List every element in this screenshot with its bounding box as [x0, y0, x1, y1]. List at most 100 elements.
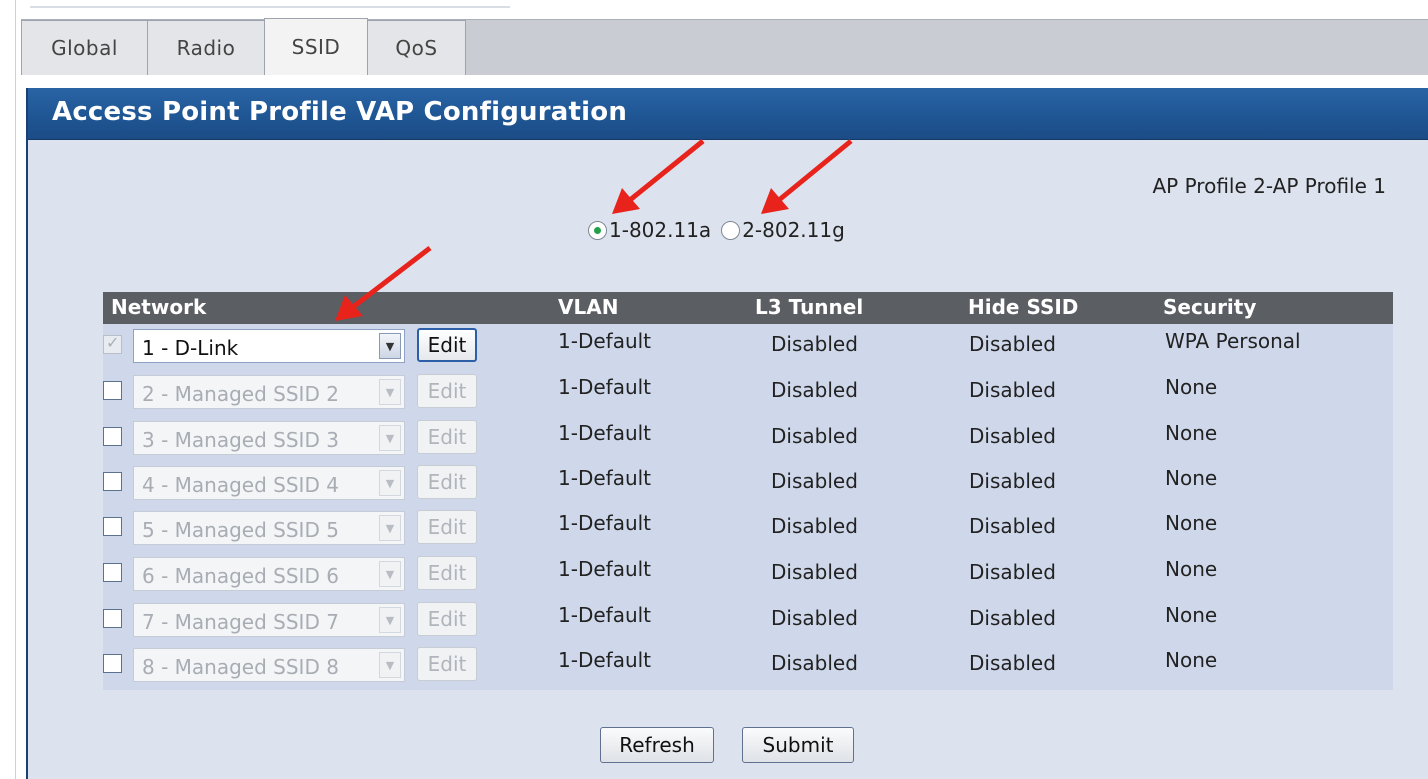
- row-checkbox[interactable]: [103, 517, 122, 536]
- edit-button[interactable]: Edit: [417, 602, 477, 636]
- network-select-value: 1 - D-Link: [142, 336, 239, 360]
- row-checkbox[interactable]: [103, 654, 122, 673]
- network-select-value: 4 - Managed SSID 4: [142, 473, 339, 497]
- col-security: Security: [1163, 295, 1257, 319]
- security-cell: None: [1165, 603, 1218, 627]
- tab-qos[interactable]: QoS: [367, 20, 466, 75]
- table-body: ✓ 1 - D-Link ▼ Edit 1-Default Disabled Disable…: [103, 324, 1393, 690]
- chevron-down-icon[interactable]: ▼: [379, 425, 401, 451]
- network-select-value: 2 - Managed SSID 2: [142, 382, 339, 406]
- ap-profile-label: AP Profile 2-AP Profile 1: [1152, 174, 1386, 198]
- check-icon: ✓: [106, 335, 120, 352]
- vlan-cell: 1-Default: [558, 421, 652, 445]
- l3-tunnel-cell: Disabled: [771, 651, 858, 675]
- security-cell: None: [1165, 421, 1218, 445]
- edit-button[interactable]: Edit: [417, 647, 477, 681]
- hide-ssid-cell: Disabled: [969, 514, 1056, 538]
- hide-ssid-cell: Disabled: [969, 424, 1056, 448]
- security-cell: None: [1165, 557, 1218, 581]
- l3-tunnel-cell: Disabled: [771, 514, 858, 538]
- chevron-down-icon[interactable]: ▼: [379, 652, 401, 678]
- vlan-cell: 1-Default: [558, 557, 652, 581]
- radio-802-11a-label[interactable]: 1-802.11a: [609, 218, 711, 242]
- table-row: 6 - Managed SSID 6 ▼ Edit 1-Default Disabled…: [103, 552, 1393, 597]
- edit-button[interactable]: Edit: [417, 374, 477, 408]
- submit-button[interactable]: Submit: [742, 727, 854, 763]
- security-cell: None: [1165, 375, 1218, 399]
- l3-tunnel-cell: Disabled: [771, 378, 858, 402]
- edit-button[interactable]: Edit: [417, 328, 477, 362]
- radio-802-11g[interactable]: [721, 220, 741, 240]
- col-network: Network: [111, 295, 207, 319]
- network-select-value: 5 - Managed SSID 5: [142, 518, 339, 542]
- table-header: Network VLAN L3 Tunnel Hide SSID Securit…: [103, 292, 1393, 324]
- row-checkbox[interactable]: [103, 472, 122, 491]
- network-select[interactable]: 1 - D-Link ▼: [133, 329, 405, 363]
- row-checkbox[interactable]: ✓: [103, 335, 122, 354]
- table-row: 3 - Managed SSID 3 ▼ Edit 1-Default Disabled…: [103, 416, 1393, 461]
- table-row: 5 - Managed SSID 5 ▼ Edit 1-Default Disabled…: [103, 506, 1393, 551]
- chevron-down-icon[interactable]: ▼: [379, 561, 401, 587]
- security-cell: None: [1165, 511, 1218, 535]
- tab-bar: Global Radio SSID QoS: [21, 18, 1428, 75]
- radio-802-11a[interactable]: [588, 220, 607, 240]
- panel-header: Access Point Profile VAP Configuration: [28, 88, 1428, 140]
- hide-ssid-cell: Disabled: [969, 469, 1056, 493]
- network-select[interactable]: 5 - Managed SSID 5 ▼: [133, 511, 405, 545]
- edit-button[interactable]: Edit: [417, 420, 477, 454]
- vlan-cell: 1-Default: [558, 511, 652, 535]
- row-checkbox[interactable]: [103, 427, 122, 446]
- vlan-cell: 1-Default: [558, 375, 652, 399]
- row-checkbox[interactable]: [103, 381, 122, 400]
- network-select[interactable]: 2 - Managed SSID 2 ▼: [133, 375, 405, 409]
- chevron-down-icon[interactable]: ▼: [379, 333, 401, 359]
- chevron-down-icon[interactable]: ▼: [379, 607, 401, 633]
- page-title: Access Point Profile VAP Configuration: [52, 97, 628, 127]
- security-cell: WPA Personal: [1165, 329, 1301, 353]
- edit-button[interactable]: Edit: [417, 465, 477, 499]
- l3-tunnel-cell: Disabled: [771, 332, 858, 356]
- l3-tunnel-cell: Disabled: [771, 606, 858, 630]
- tab-radio[interactable]: Radio: [147, 20, 265, 75]
- edit-button[interactable]: Edit: [417, 510, 477, 544]
- network-select-value: 3 - Managed SSID 3: [142, 428, 339, 452]
- col-l3-tunnel: L3 Tunnel: [755, 295, 864, 319]
- left-rail: [0, 0, 16, 779]
- vap-table: Network VLAN L3 Tunnel Hide SSID Securit…: [103, 292, 1393, 690]
- network-select-value: 8 - Managed SSID 8: [142, 655, 339, 679]
- table-row: 8 - Managed SSID 8 ▼ Edit 1-Default Disabled…: [103, 643, 1393, 688]
- row-checkbox[interactable]: [103, 563, 122, 582]
- tab-ssid[interactable]: SSID: [264, 18, 368, 75]
- security-cell: None: [1165, 466, 1218, 490]
- chevron-down-icon[interactable]: ▼: [379, 379, 401, 405]
- edit-button[interactable]: Edit: [417, 556, 477, 590]
- security-cell: None: [1165, 648, 1218, 672]
- refresh-button[interactable]: Refresh: [600, 727, 714, 763]
- hide-ssid-cell: Disabled: [969, 332, 1056, 356]
- col-hide-ssid: Hide SSID: [968, 295, 1079, 319]
- tab-global[interactable]: Global: [21, 20, 148, 75]
- radio-selector: 1-802.11a 2-802.11g: [588, 218, 855, 242]
- chevron-down-icon[interactable]: ▼: [379, 515, 401, 541]
- row-checkbox[interactable]: [103, 609, 122, 628]
- network-select[interactable]: 7 - Managed SSID 7 ▼: [133, 603, 405, 637]
- vap-config-panel: Access Point Profile VAP Configuration A…: [26, 88, 1428, 779]
- network-select[interactable]: 8 - Managed SSID 8 ▼: [133, 648, 405, 682]
- l3-tunnel-cell: Disabled: [771, 560, 858, 584]
- table-row: 7 - Managed SSID 7 ▼ Edit 1-Default Disabled…: [103, 598, 1393, 643]
- network-select[interactable]: 6 - Managed SSID 6 ▼: [133, 557, 405, 591]
- vlan-cell: 1-Default: [558, 648, 652, 672]
- hide-ssid-cell: Disabled: [969, 378, 1056, 402]
- top-strip: [0, 0, 1428, 10]
- radio-802-11g-label[interactable]: 2-802.11g: [742, 218, 845, 242]
- vlan-cell: 1-Default: [558, 466, 652, 490]
- table-row: ✓ 1 - D-Link ▼ Edit 1-Default Disabled Disable…: [103, 324, 1393, 369]
- hide-ssid-cell: Disabled: [969, 606, 1056, 630]
- l3-tunnel-cell: Disabled: [771, 469, 858, 493]
- network-select[interactable]: 3 - Managed SSID 3 ▼: [133, 421, 405, 455]
- table-row: 2 - Managed SSID 2 ▼ Edit 1-Default Disabled…: [103, 370, 1393, 415]
- chevron-down-icon[interactable]: ▼: [379, 470, 401, 496]
- vlan-cell: 1-Default: [558, 603, 652, 627]
- network-select[interactable]: 4 - Managed SSID 4 ▼: [133, 466, 405, 500]
- network-select-value: 7 - Managed SSID 7: [142, 610, 339, 634]
